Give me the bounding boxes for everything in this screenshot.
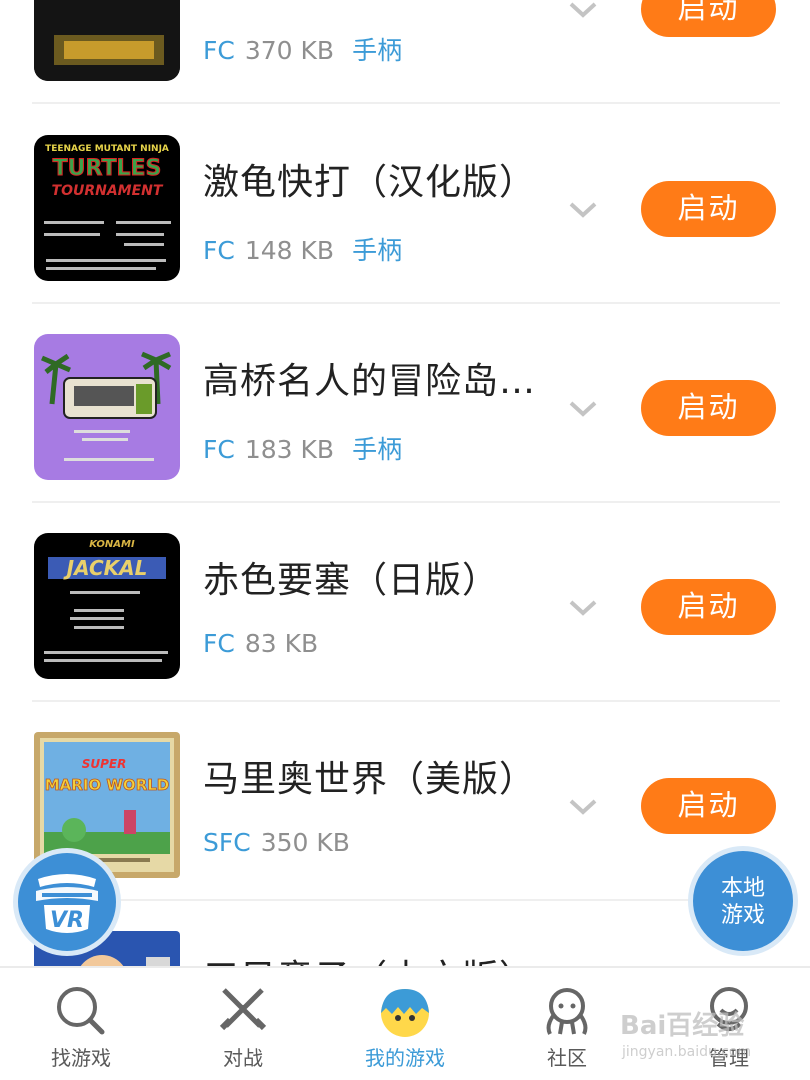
cover-text: TEENAGE MUTANT NINJA xyxy=(45,144,169,154)
game-cover xyxy=(34,0,180,81)
game-meta: SFC 350 KB xyxy=(203,828,368,857)
game-title: 赤色要塞（日版） xyxy=(203,560,500,601)
vr-mode-button[interactable]: VR xyxy=(13,848,121,956)
game-title: 高桥名人的冒险岛4... xyxy=(203,361,548,402)
start-button[interactable]: 启动 xyxy=(641,579,776,635)
cover-text: JACKAL xyxy=(63,556,148,580)
file-size: 370 KB xyxy=(244,36,335,65)
game-cover: KONAMI JACKAL xyxy=(34,533,180,679)
tab-battle[interactable]: 对战 xyxy=(162,968,324,1080)
watermark: Bai百经验 xyxy=(620,1011,745,1041)
search-icon xyxy=(57,987,105,1035)
controller-tag: 手柄 xyxy=(352,236,403,265)
platform-label: SFC xyxy=(203,828,251,857)
local-games-button[interactable]: 本地 游戏 xyxy=(688,846,798,956)
community-icon xyxy=(546,988,588,1035)
file-size: 183 KB xyxy=(244,435,335,464)
controller-tag: 手柄 xyxy=(352,36,403,65)
list-item[interactable]: FC 370 KB 手柄 启动 xyxy=(0,0,810,104)
local-games-label-line2: 游戏 xyxy=(720,903,765,928)
start-button[interactable]: 启动 xyxy=(641,0,776,37)
chevron-down-icon[interactable] xyxy=(568,797,598,817)
platform-label: FC xyxy=(203,36,235,65)
game-cover xyxy=(34,334,180,480)
list-item[interactable]: 高桥名人的冒险岛4... FC 183 KB 手柄 启动 xyxy=(0,304,810,503)
vr-label: VR xyxy=(50,908,84,933)
start-button[interactable]: 启动 xyxy=(641,181,776,237)
game-meta: FC 148 KB 手柄 xyxy=(203,231,402,267)
divider xyxy=(32,102,780,104)
file-size: 148 KB xyxy=(244,236,335,265)
tab-label: 找游戏 xyxy=(51,1046,111,1070)
file-size: 350 KB xyxy=(260,828,350,857)
vr-goggles-icon: VR xyxy=(36,874,98,933)
cover-text: TOURNAMENT xyxy=(52,183,164,199)
local-games-label-line1: 本地 xyxy=(720,876,765,901)
cover-text: KONAMI xyxy=(89,539,135,550)
game-meta: FC 370 KB 手柄 xyxy=(203,31,402,67)
game-cover: TEENAGE MUTANT NINJA TURTLES TOURNAMENT xyxy=(34,135,180,281)
cover-text: MARIO WORLD xyxy=(45,776,170,794)
game-title: 三目童子（中文版） xyxy=(203,949,548,966)
watermark-url: jingyan.baidu.com xyxy=(622,1044,752,1060)
start-button[interactable]: 启动 xyxy=(641,778,776,834)
game-meta: FC 83 KB xyxy=(203,629,336,658)
list-item[interactable]: KONAMI JACKAL 赤色要塞（日版） FC 83 KB 启动 xyxy=(0,503,810,702)
game-meta: FC 183 KB 手柄 xyxy=(203,430,402,466)
file-size: 83 KB xyxy=(244,629,319,658)
platform-label: FC xyxy=(203,435,235,464)
platform-label: FC xyxy=(203,236,235,265)
list-item[interactable]: SUPER MARIO WORLD 马里奥世界（美版） SFC 350 KB 启动 xyxy=(0,702,810,901)
chevron-down-icon[interactable] xyxy=(568,200,598,220)
controller-tag: 手柄 xyxy=(352,435,403,464)
tab-label: 对战 xyxy=(223,1046,263,1070)
chevron-down-icon[interactable] xyxy=(568,598,598,618)
tab-my-games[interactable]: 我的游戏 xyxy=(324,968,486,1080)
list-item[interactable]: TEENAGE MUTANT NINJA TURTLES TOURNAMENT … xyxy=(0,105,810,304)
tab-label: 我的游戏 xyxy=(365,1046,445,1070)
game-title: 马里奥世界（美版） xyxy=(203,759,537,800)
platform-label: FC xyxy=(203,629,235,658)
start-button[interactable]: 启动 xyxy=(641,380,776,436)
cover-text: SUPER xyxy=(82,757,127,771)
swords-icon xyxy=(219,988,267,1031)
tab-find-games[interactable]: 找游戏 xyxy=(0,968,162,1080)
chevron-down-icon[interactable] xyxy=(568,0,598,20)
game-egg-icon xyxy=(381,989,429,1037)
chevron-down-icon[interactable] xyxy=(568,399,598,419)
game-title: 激龟快打（汉化版） xyxy=(203,162,537,203)
my-games-list: FC 370 KB 手柄 启动 TEENAGE MUTANT NINJA TURTL… xyxy=(0,0,810,966)
cover-text: TURTLES xyxy=(53,156,162,181)
